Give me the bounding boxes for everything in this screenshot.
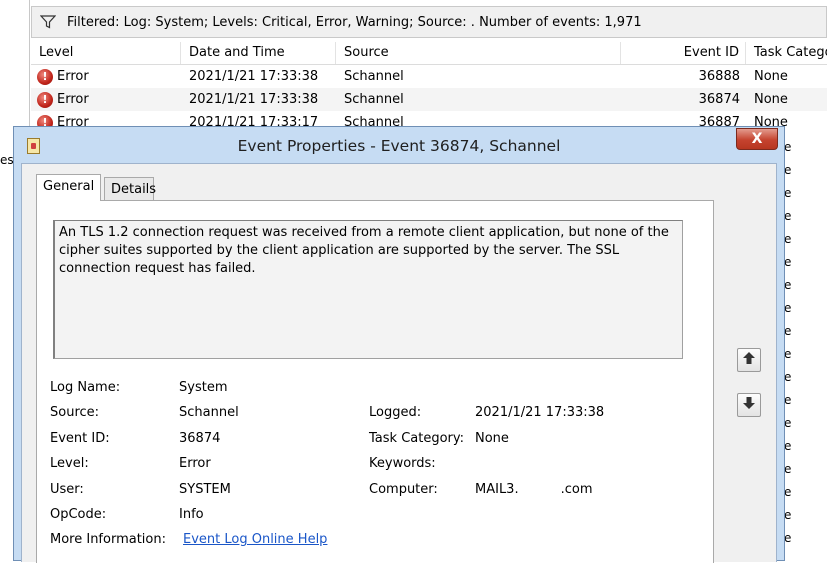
- filter-text: Filtered: Log: System; Levels: Critical,…: [67, 14, 642, 30]
- task-fragment: e: [784, 439, 792, 453]
- row-date: 2021/1/21 17:33:38: [189, 69, 319, 84]
- column-header-event-id[interactable]: Event ID: [621, 42, 746, 64]
- level-label: Level:: [50, 456, 89, 471]
- row-event-id: 36874: [698, 92, 740, 107]
- next-event-button[interactable]: [737, 393, 761, 417]
- event-id-label: Event ID:: [50, 431, 110, 446]
- event-grid-header: Level Date and Time Source Event ID Task…: [31, 42, 827, 65]
- task-fragment: e: [784, 278, 792, 292]
- column-header-date[interactable]: Date and Time: [181, 42, 336, 64]
- redaction: [518, 482, 561, 497]
- source-label: Source:: [50, 405, 100, 420]
- general-tab-page: An TLS 1.2 connection request was receiv…: [36, 200, 714, 563]
- task-category-value: None: [475, 431, 509, 446]
- keywords-label: Keywords:: [369, 456, 436, 471]
- arrow-up-icon: [742, 351, 756, 369]
- column-header-level[interactable]: Level: [31, 42, 181, 64]
- row-level: Error: [57, 69, 89, 84]
- left-pane-text: es: [0, 153, 14, 167]
- tab-details[interactable]: Details: [104, 177, 156, 201]
- task-fragment: e: [784, 140, 792, 154]
- task-fragment: e: [784, 301, 792, 315]
- filter-bar: Filtered: Log: System; Levels: Critical,…: [31, 6, 827, 38]
- task-fragment: e: [784, 209, 792, 223]
- user-value: SYSTEM: [179, 482, 231, 497]
- user-label: User:: [50, 482, 84, 497]
- row-source: Schannel: [344, 69, 404, 84]
- task-fragment: e: [784, 232, 792, 246]
- error-icon: !: [37, 91, 53, 108]
- task-fragment: e: [784, 255, 792, 269]
- column-header-task-category[interactable]: Task Catego: [746, 42, 827, 64]
- opcode-label: OpCode:: [50, 507, 107, 522]
- row-event-id: 36888: [698, 69, 740, 84]
- event-description[interactable]: An TLS 1.2 connection request was receiv…: [53, 220, 683, 359]
- error-icon: !: [37, 68, 53, 85]
- task-fragment: e: [784, 531, 792, 545]
- level-value: Error: [179, 456, 211, 471]
- task-fragment: e: [784, 416, 792, 430]
- row-source: Schannel: [344, 92, 404, 107]
- computer-suffix: .com: [560, 482, 593, 497]
- task-fragment: e: [784, 508, 792, 522]
- source-value: Schannel: [179, 405, 239, 420]
- task-fragment: e: [784, 347, 792, 361]
- row-task-category: None: [754, 69, 788, 84]
- opcode-value: Info: [179, 507, 204, 522]
- task-fragment: e: [784, 485, 792, 499]
- logged-value: 2021/1/21 17:33:38: [475, 405, 605, 420]
- task-fragment: e: [784, 186, 792, 200]
- previous-event-button[interactable]: [737, 348, 761, 372]
- event-properties-dialog: Event Properties - Event 36874, Schannel…: [13, 126, 785, 563]
- computer-label: Computer:: [369, 482, 438, 497]
- computer-prefix: MAIL3.: [475, 482, 519, 497]
- filter-icon: [39, 13, 57, 31]
- computer-value: MAIL3. .com: [475, 482, 593, 497]
- log-name-value: System: [179, 380, 228, 395]
- task-fragment: e: [784, 163, 792, 177]
- tab-general[interactable]: General: [36, 174, 102, 201]
- logged-label: Logged:: [369, 405, 422, 420]
- row-task-category: None: [754, 92, 788, 107]
- task-fragment: e: [784, 324, 792, 338]
- close-button[interactable]: X: [736, 128, 778, 150]
- more-information-label: More Information:: [50, 532, 166, 547]
- row-date: 2021/1/21 17:33:38: [189, 92, 319, 107]
- dialog-title: Event Properties - Event 36874, Schannel: [237, 137, 561, 155]
- table-row[interactable]: ! Error 2021/1/21 17:33:38 Schannel 36874…: [31, 88, 827, 111]
- arrow-down-icon: [742, 396, 756, 414]
- task-fragment: e: [784, 370, 792, 384]
- dialog-title-bar[interactable]: Event Properties - Event 36874, Schannel…: [14, 127, 784, 163]
- dialog-client-area: General Details An TLS 1.2 connection re…: [21, 163, 777, 563]
- task-fragment: e: [784, 393, 792, 407]
- task-category-label: Task Category:: [369, 431, 465, 446]
- table-row[interactable]: ! Error 2021/1/21 17:33:38 Schannel 36888…: [31, 65, 827, 88]
- event-id-value: 36874: [179, 431, 221, 446]
- column-header-source[interactable]: Source: [336, 42, 621, 64]
- event-log-online-help-link[interactable]: Event Log Online Help: [183, 532, 327, 547]
- log-name-label: Log Name:: [50, 380, 121, 395]
- task-fragment: e: [784, 462, 792, 476]
- row-level: Error: [57, 92, 89, 107]
